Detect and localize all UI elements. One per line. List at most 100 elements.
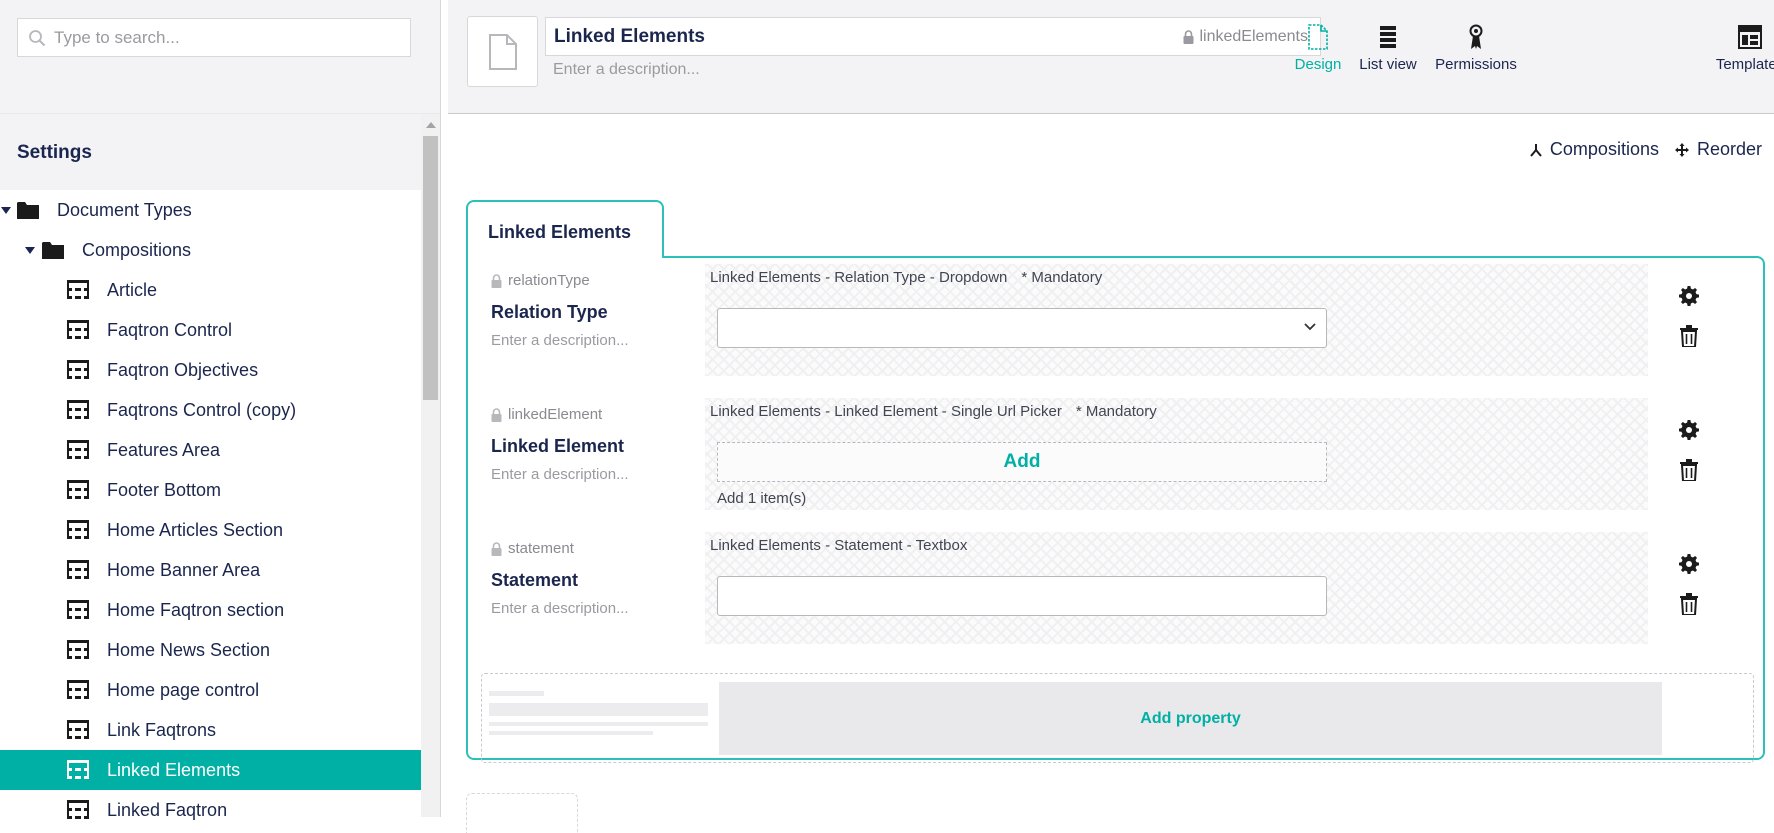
scroll-up-arrow-icon[interactable] [426, 122, 436, 128]
editor-name: Linked Elements - Statement - Textbox [710, 537, 968, 554]
tree-item-faqtron-control[interactable]: Faqtron Control [0, 310, 421, 350]
sidebar-search-area [0, 0, 440, 114]
property-actions [1677, 552, 1707, 632]
editor-info: Linked Elements - Linked Element - Singl… [710, 403, 1157, 420]
editor-name: Linked Elements - Relation Type - Dropdo… [710, 269, 1008, 286]
property-alias-text: relationType [508, 272, 590, 289]
caret-down-icon[interactable] [1, 207, 11, 214]
editor-info: Linked Elements - Relation Type - Dropdo… [710, 269, 1102, 286]
document-type-icon [67, 479, 89, 501]
document-type-icon [67, 759, 89, 781]
property-description[interactable]: Enter a description... [491, 600, 629, 617]
group-tab[interactable]: Linked Elements [466, 200, 664, 258]
gear-icon[interactable] [1677, 284, 1701, 308]
tree-item-link-faqtrons[interactable]: Link Faqtrons [0, 710, 421, 750]
tree-item-label: Home Faqtron section [107, 599, 285, 620]
tree-item-label: Home page control [107, 679, 260, 700]
tree-item-home-news-section[interactable]: Home News Section [0, 630, 421, 670]
add-property-row[interactable]: Add property [481, 673, 1754, 763]
tree-item-home-faqtron-section[interactable]: Home Faqtron section [0, 590, 421, 630]
caret-down-icon[interactable] [25, 247, 35, 254]
skeleton-line [489, 703, 708, 716]
property-linked-element: linkedElement Linked Element Enter a des… [468, 398, 1767, 512]
tab-label: Design [1294, 56, 1342, 73]
property-description[interactable]: Enter a description... [491, 466, 629, 483]
mandatory-badge: * Mandatory [1021, 269, 1103, 286]
document-type-icon [67, 799, 89, 821]
tree-item-features-area[interactable]: Features Area [0, 430, 421, 470]
property-label[interactable]: Statement [491, 570, 578, 591]
skeleton-line [489, 731, 653, 735]
move-arrows-icon [1674, 142, 1689, 157]
tree-item-linked-faqtron[interactable]: Linked Faqtron [0, 790, 421, 830]
tab-design[interactable]: Design [1283, 22, 1353, 73]
tree-item-faqtrons-control-copy[interactable]: Faqtrons Control (copy) [0, 390, 421, 430]
tree-item-home-banner-area[interactable]: Home Banner Area [0, 550, 421, 590]
scrollbar-thumb[interactable] [423, 136, 438, 400]
editor-header: Linked Elements linkedElements Enter a d… [448, 0, 1774, 114]
tab-permissions[interactable]: Permissions [1431, 22, 1521, 73]
trash-icon[interactable] [1677, 592, 1701, 616]
tree-item-home-page-control[interactable]: Home page control [0, 670, 421, 710]
editor-name: Linked Elements - Linked Element - Singl… [710, 403, 1062, 420]
lock-icon[interactable] [491, 273, 502, 288]
tab-label: Permissions [1435, 56, 1517, 73]
tree-item-label: Faqtrons Control (copy) [107, 399, 297, 420]
tree-item-label: Features Area [107, 439, 221, 460]
tree-item-faqtron-objectives[interactable]: Faqtron Objectives [0, 350, 421, 390]
compositions-label: Compositions [1549, 139, 1659, 159]
group-name[interactable]: Linked Elements [488, 222, 631, 243]
design-actions: Compositions Reorder [1530, 139, 1762, 160]
property-label[interactable]: Relation Type [491, 302, 608, 323]
tree-item-linked-elements[interactable]: Linked Elements [0, 750, 421, 790]
dropdown-preview[interactable] [717, 308, 1327, 348]
tree-item-label: Faqtron Objectives [107, 359, 259, 380]
search-box[interactable] [17, 18, 411, 57]
tab-list-view[interactable]: List view [1348, 22, 1428, 73]
mandatory-badge: * Mandatory [1075, 403, 1157, 420]
design-canvas: Compositions Reorder Linked Elements rel… [448, 115, 1774, 833]
compositions-icon [1530, 143, 1542, 157]
tree-item-compositions[interactable]: Compositions [0, 230, 421, 270]
property-alias: relationType [491, 272, 590, 289]
property-alias-text: statement [508, 540, 574, 557]
tree-item-footer-bottom[interactable]: Footer Bottom [0, 470, 421, 510]
gear-icon[interactable] [1677, 552, 1701, 576]
trash-icon[interactable] [1677, 458, 1701, 482]
add-property-button[interactable]: Add property [719, 682, 1662, 755]
property-label[interactable]: Linked Element [491, 436, 624, 457]
tree-item-label: Home Articles Section [107, 519, 284, 540]
tree-item-article[interactable]: Article [0, 270, 421, 310]
document-type-tree: Document Types Compositions Article Faqt… [0, 190, 421, 830]
property-alias: linkedElement [491, 406, 602, 423]
gear-icon[interactable] [1677, 418, 1701, 442]
sidebar-scrollbar[interactable] [421, 114, 440, 817]
tree-item-home-articles-section[interactable]: Home Articles Section [0, 510, 421, 550]
document-type-icon [67, 399, 89, 421]
document-type-icon [67, 559, 89, 581]
tree-item-label: Document Types [57, 199, 192, 220]
search-input[interactable] [48, 19, 410, 56]
compositions-button[interactable]: Compositions [1530, 139, 1659, 160]
tree-item-document-types[interactable]: Document Types [0, 190, 421, 230]
tree-item-label: Linked Faqtron [107, 799, 228, 820]
tab-templates[interactable]: Templates [1710, 22, 1774, 73]
lock-icon[interactable] [491, 407, 502, 422]
trash-icon[interactable] [1677, 324, 1701, 348]
add-group-placeholder[interactable] [466, 793, 578, 833]
property-editor-preview[interactable]: Linked Elements - Statement - Textbox [705, 532, 1648, 644]
property-editor-preview[interactable]: Linked Elements - Linked Element - Singl… [705, 398, 1648, 510]
reorder-button[interactable]: Reorder [1674, 139, 1762, 160]
tree-item-label: Home Banner Area [107, 559, 261, 580]
sidebar: Settings Document Types Compositions Art… [0, 0, 441, 820]
property-description[interactable]: Enter a description... [491, 332, 629, 349]
folder-icon [42, 241, 64, 259]
property-alias: statement [491, 540, 574, 557]
property-editor-preview[interactable]: Linked Elements - Relation Type - Dropdo… [705, 264, 1648, 376]
lock-icon[interactable] [491, 541, 502, 556]
add-link-button[interactable]: Add [717, 442, 1327, 482]
textbox-preview[interactable] [717, 576, 1327, 616]
editor-info: Linked Elements - Statement - Textbox [710, 537, 967, 554]
document-type-icon [67, 599, 89, 621]
reorder-label: Reorder [1696, 139, 1762, 159]
